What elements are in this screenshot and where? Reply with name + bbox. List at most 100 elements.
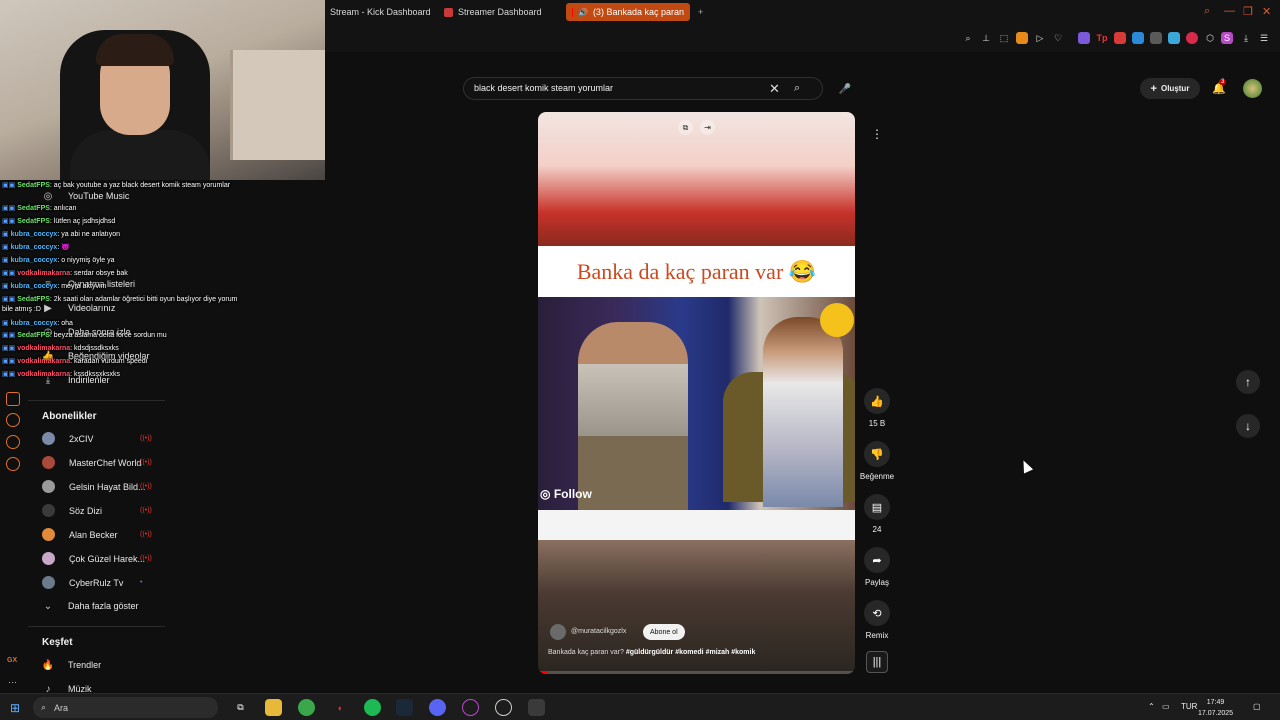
- recorder-icon[interactable]: [495, 699, 512, 716]
- like-button[interactable]: 👍 15 B: [857, 388, 897, 428]
- restore-icon[interactable]: ❐: [1243, 5, 1253, 18]
- chat-user: kubra_coccyx: [10, 231, 58, 238]
- sound-button[interactable]: |||: [857, 651, 897, 673]
- language-indicator[interactable]: TUR: [1181, 702, 1197, 711]
- more-options-icon[interactable]: ⋮: [867, 124, 887, 144]
- previous-short-arrow-icon[interactable]: ↑: [1236, 370, 1260, 394]
- show-more-button[interactable]: ⌄ Daha fazla göster: [42, 600, 139, 612]
- scene-man: [578, 322, 688, 510]
- channel-avatar[interactable]: [550, 624, 566, 640]
- subscription-item[interactable]: Gelsin Hayat Bild...: [42, 480, 146, 493]
- subscription-item[interactable]: Söz Dizi: [42, 504, 102, 517]
- heart-icon[interactable]: ♡: [1052, 32, 1064, 44]
- task-view-icon[interactable]: ⧉: [232, 699, 249, 716]
- sidebar-box-icon[interactable]: [6, 435, 20, 449]
- more-dots-icon[interactable]: ···: [8, 677, 17, 687]
- sidebar-item-trending[interactable]: 🔥 Trendler: [42, 659, 101, 671]
- chat-badges-icon: ▣: [2, 231, 9, 238]
- tray-display-icon[interactable]: ▭: [1162, 702, 1170, 711]
- screenshot-icon[interactable]: ⬚: [998, 32, 1010, 44]
- extension-globe-icon[interactable]: [1168, 32, 1180, 44]
- copy-icon[interactable]: ⧉: [678, 120, 693, 135]
- extension-tp-icon[interactable]: Tp: [1096, 32, 1108, 44]
- extensions-puzzle-icon[interactable]: ⬡: [1204, 32, 1216, 44]
- tab-label: (3) Bankada kaç paran: [592, 7, 684, 17]
- subscription-item[interactable]: MasterChef World: [42, 456, 141, 469]
- subscription-item[interactable]: 2xCIV: [42, 432, 94, 445]
- extension-red-icon[interactable]: [1114, 32, 1126, 44]
- sidebar-divider: [28, 626, 165, 627]
- chat-badges-icon: ▣: [2, 283, 9, 290]
- minimize-icon[interactable]: —: [1224, 5, 1235, 17]
- discord-icon[interactable]: [429, 699, 446, 716]
- chat-text: : o niyymiş öyle ya: [57, 257, 115, 264]
- extension-blue-icon[interactable]: [1132, 32, 1144, 44]
- subscription-item[interactable]: CyberRulz Tv: [42, 576, 123, 589]
- system-clock[interactable]: 17:49 17.07.2025: [1198, 697, 1233, 719]
- file-explorer-icon[interactable]: [265, 699, 282, 716]
- chat-text: : aç bak youtube a yaz black desert komi…: [49, 182, 231, 189]
- profile-s-icon[interactable]: S: [1221, 32, 1233, 44]
- share-button[interactable]: ➦ Paylaş: [857, 547, 897, 587]
- menu-icon[interactable]: ☰: [1258, 32, 1270, 44]
- create-button[interactable]: + Oluştur: [1140, 78, 1200, 99]
- download-icon[interactable]: ⤓: [1240, 32, 1252, 44]
- tab-kick-dashboard[interactable]: Stream - Kick Dashboard: [324, 3, 437, 21]
- video-progress-bar[interactable]: [538, 671, 855, 674]
- channel-name[interactable]: @muratacilkgozlx: [571, 628, 626, 635]
- next-short-arrow-icon[interactable]: ↓: [1236, 414, 1260, 438]
- short-video-player[interactable]: ⧉ ⇥ Banka da kaç paran var 😂 ◎ Follow @m…: [538, 112, 855, 674]
- chrome-icon[interactable]: [298, 699, 315, 716]
- chat-badges-icon: ▣▣: [2, 332, 16, 339]
- chat-user: vodkalimakarna: [17, 371, 71, 378]
- extension-shield-icon[interactable]: [1078, 32, 1090, 44]
- hashtags[interactable]: #güldürgüldür #komedi #mizah #komik: [626, 649, 756, 656]
- chat-user: SedatFPS: [17, 182, 50, 189]
- comments-button[interactable]: ▤ 24: [857, 494, 897, 534]
- sidebar-clock-icon[interactable]: [6, 413, 20, 427]
- subscriptions-heading: Abonelikler: [42, 411, 97, 422]
- extension-gamepad-icon[interactable]: [1150, 32, 1162, 44]
- search-input[interactable]: black desert komik steam yorumlar: [474, 83, 613, 93]
- windows-start-icon[interactable]: ⊞: [10, 701, 20, 715]
- taskbar-search[interactable]: ⌕ Ara: [33, 697, 218, 718]
- subscription-item[interactable]: Çok Güzel Harek...: [42, 552, 145, 565]
- opera-gx-icon[interactable]: [528, 699, 545, 716]
- webcam-streamer-body: [70, 130, 210, 180]
- wallet-icon[interactable]: [1016, 32, 1028, 44]
- sidebar-gx-icon[interactable]: [6, 392, 20, 406]
- sidebar-settings-icon[interactable]: [6, 457, 20, 471]
- share-label: Paylaş: [864, 578, 889, 587]
- comment-count: 24: [872, 525, 882, 534]
- live-indicator-icon: ((•)): [140, 555, 152, 562]
- account-avatar[interactable]: [1243, 79, 1262, 98]
- obs-icon[interactable]: [462, 699, 479, 716]
- notification-center-icon[interactable]: ▢: [1253, 702, 1261, 711]
- mic-icon[interactable]: 🎤: [836, 80, 854, 98]
- play-icon[interactable]: ▷: [1034, 32, 1046, 44]
- miniplayer-icon[interactable]: ⇥: [700, 120, 715, 135]
- opera-icon[interactable]: ◖: [331, 699, 348, 716]
- steam-icon[interactable]: [396, 699, 413, 716]
- search-icon[interactable]: ⌕: [794, 82, 800, 95]
- zoom-icon[interactable]: ⌕: [962, 32, 974, 44]
- close-window-icon[interactable]: ✕: [1262, 5, 1271, 18]
- live-indicator-icon: ((•)): [140, 531, 152, 538]
- pin-icon[interactable]: ⊥: [980, 32, 992, 44]
- chat-text: : ya abi ne anlatıyon: [57, 231, 120, 238]
- extension-record-icon[interactable]: [1186, 32, 1198, 44]
- clock-time: 17:49: [1206, 699, 1225, 706]
- search-box[interactable]: black desert komik steam yorumlar ✕ ⌕: [463, 77, 823, 100]
- tray-chevron-up-icon[interactable]: ⌃: [1148, 702, 1155, 711]
- tab-youtube-short[interactable]: 🔊 (3) Bankada kaç paran: [566, 3, 690, 21]
- dislike-button[interactable]: 👎 Beğenme: [857, 441, 897, 481]
- subscribe-button[interactable]: Abone ol: [643, 624, 685, 640]
- search-tabs-icon[interactable]: ⌕: [1204, 5, 1210, 18]
- subscription-item[interactable]: Alan Becker: [42, 528, 118, 541]
- tab-streamer-dashboard[interactable]: Streamer Dashboard: [438, 3, 548, 21]
- live-indicator-icon: ((•)): [140, 483, 152, 490]
- clear-search-icon[interactable]: ✕: [769, 81, 780, 97]
- remix-button[interactable]: ⟲ Remix: [857, 600, 897, 640]
- spotify-icon[interactable]: [364, 699, 381, 716]
- new-tab-button[interactable]: +: [692, 3, 709, 21]
